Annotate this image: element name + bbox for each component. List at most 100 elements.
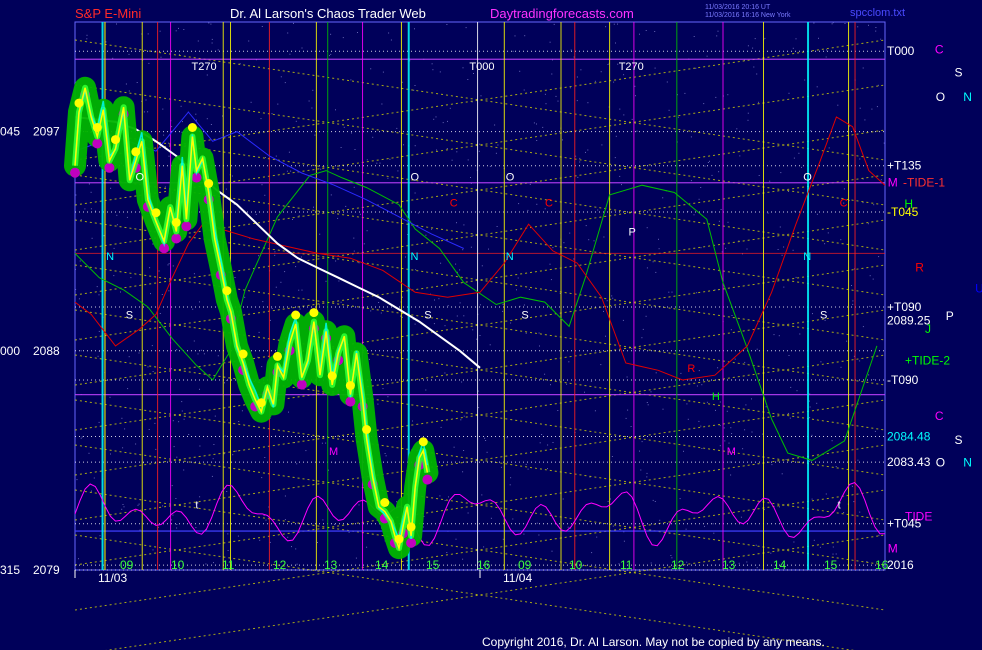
star (654, 31, 656, 32)
star (734, 358, 736, 360)
star (116, 224, 118, 226)
star (792, 47, 794, 49)
star (432, 69, 434, 71)
chart-marker: T270 (192, 61, 217, 73)
star (206, 74, 208, 76)
star (568, 361, 570, 363)
star (284, 82, 286, 84)
star (463, 224, 465, 226)
star (414, 323, 416, 325)
star (370, 68, 372, 70)
star (372, 136, 374, 138)
star (178, 53, 180, 55)
star (538, 534, 540, 536)
star (587, 149, 589, 151)
star (824, 243, 826, 245)
star (178, 421, 180, 423)
star (459, 269, 461, 271)
left-axis-value: 2079 (33, 563, 60, 577)
star (447, 120, 448, 122)
star (851, 405, 853, 407)
star (591, 552, 593, 554)
star (605, 26, 607, 28)
star (296, 463, 298, 465)
star (528, 289, 530, 290)
star (512, 518, 514, 520)
price-low-dot (171, 233, 182, 244)
star (90, 191, 92, 193)
star (486, 451, 488, 453)
star (465, 27, 467, 29)
chart-marker: S (521, 310, 528, 322)
star (231, 175, 233, 177)
site-link[interactable]: Daytradingforecasts.com (490, 6, 634, 21)
star (110, 453, 111, 455)
star (811, 498, 813, 500)
right-axis-label: 2016 (887, 558, 914, 572)
star (811, 434, 813, 436)
star (781, 254, 783, 256)
star (704, 525, 705, 527)
star (631, 348, 633, 349)
star (658, 248, 660, 250)
star (828, 147, 830, 149)
star (98, 421, 100, 423)
star (773, 334, 775, 336)
star (444, 325, 446, 327)
star (523, 533, 525, 535)
star (758, 101, 759, 103)
star (359, 213, 361, 215)
chart-marker: P (629, 226, 636, 238)
star (284, 519, 286, 521)
star (728, 442, 730, 444)
star (456, 315, 458, 317)
star (460, 419, 462, 421)
star (484, 437, 486, 439)
star (206, 118, 208, 120)
star (809, 460, 811, 462)
star (343, 126, 345, 128)
star (636, 130, 638, 132)
star (719, 401, 721, 403)
star (217, 355, 219, 357)
star (210, 124, 212, 125)
chart-marker: O (411, 172, 420, 184)
star (849, 125, 851, 127)
star (396, 501, 398, 503)
star (127, 388, 129, 390)
star (168, 290, 170, 292)
star (442, 122, 444, 124)
star (550, 279, 552, 281)
price-low-dot (92, 138, 103, 149)
hour-tick-label: 15 (426, 558, 440, 572)
star (79, 260, 81, 262)
star (128, 356, 130, 358)
star (514, 35, 516, 37)
data-filename: spcclom.txt (850, 7, 905, 19)
star (172, 265, 174, 267)
star (193, 340, 195, 342)
star (434, 299, 435, 301)
star (289, 53, 291, 55)
star (80, 437, 82, 439)
star (832, 553, 834, 555)
star (725, 247, 727, 249)
star (335, 109, 336, 111)
star (869, 275, 871, 277)
star (313, 206, 314, 208)
star (785, 459, 787, 460)
star (840, 239, 842, 241)
chart-marker: S (126, 310, 133, 322)
star (354, 149, 356, 150)
star (576, 76, 578, 78)
star (123, 506, 125, 508)
star (298, 215, 300, 217)
star (623, 74, 625, 76)
star (709, 160, 710, 162)
star (596, 536, 598, 538)
star (295, 266, 297, 268)
star (639, 33, 640, 35)
star (154, 422, 156, 424)
star (199, 388, 200, 390)
star (124, 428, 126, 430)
